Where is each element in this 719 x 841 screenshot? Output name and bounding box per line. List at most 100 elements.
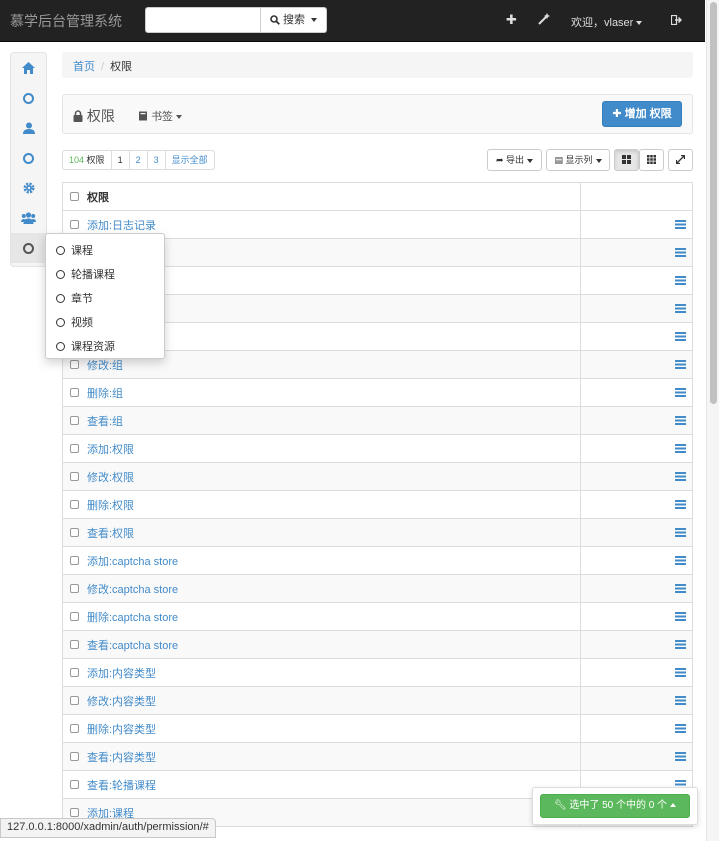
column-header-permission[interactable]: 权限 — [87, 189, 109, 205]
row-checkbox[interactable] — [70, 724, 79, 733]
permission-link[interactable]: 查看:权限 — [87, 525, 134, 541]
submenu-item[interactable]: 轮播课程 — [46, 262, 164, 286]
submenu-item[interactable]: 章节 — [46, 286, 164, 310]
sidebar-item-courses[interactable] — [11, 233, 46, 263]
list-icon[interactable] — [675, 612, 686, 621]
permission-link[interactable]: 添加:日志记录 — [87, 217, 156, 233]
user-menu[interactable]: 欢迎，vlaser — [571, 14, 643, 30]
sidebar-item-1[interactable] — [11, 83, 46, 113]
permission-link[interactable]: 查看:组 — [87, 413, 123, 429]
row-checkbox[interactable] — [70, 388, 79, 397]
plus-icon[interactable]: ✚ — [506, 12, 517, 28]
magic-wand-icon[interactable] — [538, 13, 550, 25]
sidebar-item-home[interactable] — [11, 53, 46, 83]
list-icon[interactable] — [675, 360, 686, 369]
permission-link[interactable]: 添加:内容类型 — [87, 665, 156, 681]
row-checkbox[interactable] — [70, 668, 79, 677]
row-checkbox[interactable] — [70, 556, 79, 565]
table-row: 查看:内容类型 — [63, 743, 692, 771]
submenu-item[interactable]: 课程资源 — [46, 334, 164, 358]
list-icon[interactable] — [675, 276, 686, 285]
permission-link[interactable]: 修改:内容类型 — [87, 693, 156, 709]
column-divider — [580, 743, 581, 771]
list-icon[interactable] — [675, 472, 686, 481]
columns-label: 显示列 — [565, 155, 593, 165]
permission-link[interactable]: 删除:权限 — [87, 497, 134, 513]
column-divider — [580, 547, 581, 575]
sidebar-item-user[interactable] — [11, 113, 46, 143]
list-icon[interactable] — [675, 220, 686, 229]
export-label: 导出 — [506, 155, 525, 165]
list-icon[interactable] — [675, 556, 686, 565]
page-1[interactable]: 1 — [110, 151, 129, 169]
row-checkbox[interactable] — [70, 528, 79, 537]
permission-link[interactable]: 查看:内容类型 — [87, 749, 156, 765]
search-button[interactable]: 搜索 — [261, 7, 327, 33]
sidebar-item-settings[interactable] — [11, 173, 46, 203]
list-icon[interactable] — [675, 752, 686, 761]
permission-link[interactable]: 删除:组 — [87, 385, 123, 401]
list-icon[interactable] — [675, 248, 686, 257]
page-3[interactable]: 3 — [146, 151, 165, 169]
permission-link[interactable]: 修改:captcha store — [87, 581, 178, 597]
add-permission-button[interactable]: ✚ 增加 权限 — [602, 101, 682, 127]
row-checkbox[interactable] — [70, 808, 79, 817]
row-checkbox[interactable] — [70, 612, 79, 621]
row-checkbox[interactable] — [70, 584, 79, 593]
column-divider — [580, 407, 581, 435]
list-icon[interactable] — [675, 724, 686, 733]
sidebar-item-3[interactable] — [11, 143, 46, 173]
row-checkbox[interactable] — [70, 500, 79, 509]
submenu-item-label: 课程 — [71, 245, 93, 257]
view-grid-large-button[interactable] — [614, 149, 639, 171]
list-icon[interactable] — [675, 416, 686, 425]
permission-link[interactable]: 修改:权限 — [87, 469, 134, 485]
fullscreen-button[interactable] — [668, 149, 693, 171]
permission-link[interactable]: 删除:captcha store — [87, 609, 178, 625]
breadcrumb-home[interactable]: 首页 — [73, 61, 95, 73]
row-checkbox[interactable] — [70, 780, 79, 789]
list-icon[interactable] — [675, 388, 686, 397]
view-grid-small-button[interactable] — [639, 149, 664, 171]
row-checkbox[interactable] — [70, 444, 79, 453]
list-icon[interactable] — [675, 500, 686, 509]
permission-link[interactable]: 查看:轮播课程 — [87, 777, 156, 793]
permission-link[interactable]: 删除:内容类型 — [87, 721, 156, 737]
permission-link[interactable]: 查看:captcha store — [87, 637, 178, 653]
list-icon[interactable] — [675, 332, 686, 341]
row-checkbox[interactable] — [70, 640, 79, 649]
list-icon[interactable] — [675, 444, 686, 453]
list-icon[interactable] — [675, 528, 686, 537]
row-checkbox[interactable] — [70, 752, 79, 761]
selection-actions-button[interactable]: 🔧︎ 选中了 50 个中的 0 个 — [540, 794, 690, 818]
lock-icon — [73, 110, 83, 122]
list-icon[interactable] — [675, 584, 686, 593]
row-checkbox[interactable] — [70, 360, 79, 369]
export-button[interactable]: ➦ 导出 — [487, 149, 542, 171]
sign-out-icon[interactable] — [671, 15, 682, 25]
row-checkbox[interactable] — [70, 220, 79, 229]
sidebar-item-groups[interactable] — [11, 203, 46, 233]
breadcrumb-separator: / — [101, 61, 105, 73]
row-checkbox[interactable] — [70, 416, 79, 425]
page-2[interactable]: 2 — [128, 151, 147, 169]
list-icon[interactable] — [675, 696, 686, 705]
permission-link[interactable]: 添加:captcha store — [87, 553, 178, 569]
row-checkbox[interactable] — [70, 472, 79, 481]
select-all-checkbox[interactable] — [70, 192, 79, 201]
page-scrollbar[interactable] — [706, 0, 719, 841]
submenu-item[interactable]: 课程 — [46, 238, 164, 262]
row-checkbox[interactable] — [70, 696, 79, 705]
list-icon[interactable] — [675, 640, 686, 649]
show-all-link[interactable]: 显示全部 — [164, 151, 214, 169]
search-input[interactable] — [145, 7, 261, 33]
bookmark-menu[interactable]: 书签 — [138, 108, 183, 124]
columns-button[interactable]: ▤ 显示列 — [546, 149, 610, 171]
expand-icon — [675, 154, 686, 165]
list-icon[interactable] — [675, 668, 686, 677]
permission-link[interactable]: 添加:权限 — [87, 441, 134, 457]
list-icon[interactable] — [675, 304, 686, 313]
submenu-item[interactable]: 视频 — [46, 310, 164, 334]
brand-title[interactable]: 慕学后台管理系统 — [10, 11, 122, 31]
scrollbar-thumb[interactable] — [710, 2, 717, 404]
